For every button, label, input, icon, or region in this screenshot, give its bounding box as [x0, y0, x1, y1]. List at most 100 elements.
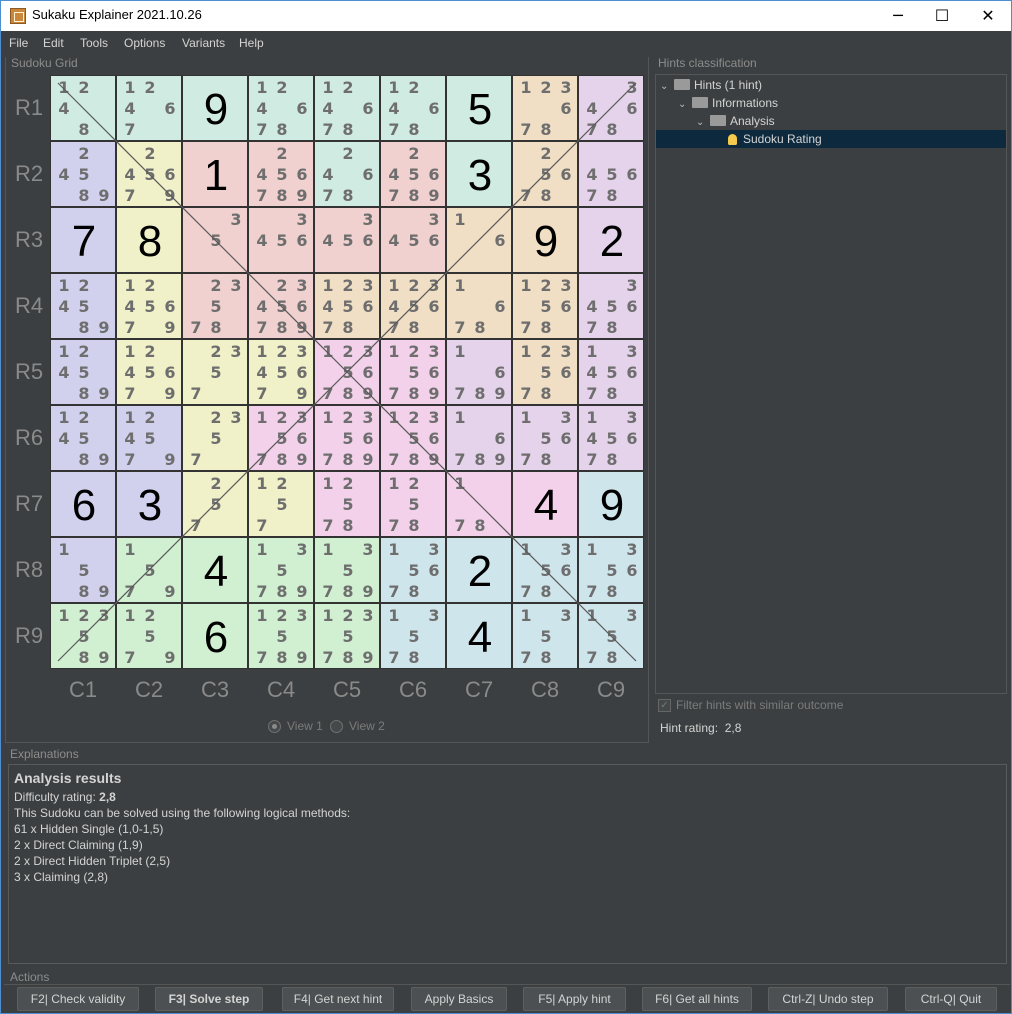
cell-r7c9[interactable]: 9 — [578, 471, 644, 537]
cell-r3c9[interactable]: 2 — [578, 207, 644, 273]
cell-r7c8[interactable]: 4 — [512, 471, 578, 537]
cell-r9c2[interactable]: 12 57 9 — [116, 603, 182, 669]
sudoku-grid[interactable]: 1248124679124678124678124678512367834678… — [50, 75, 644, 669]
menu-file[interactable]: File — [9, 36, 28, 50]
cell-r7c7[interactable]: 1 78 — [446, 471, 512, 537]
cell-r2c9[interactable]: 456 78 — [578, 141, 644, 207]
cell-r8c6[interactable]: 1 356 78 — [380, 537, 446, 603]
cell-r1c3[interactable]: 9 — [182, 75, 248, 141]
cell-r1c6[interactable]: 124 6 78 — [380, 75, 446, 141]
cell-r3c2[interactable]: 8 — [116, 207, 182, 273]
cell-r6c8[interactable]: 1 356 78 — [512, 405, 578, 471]
cell-r1c2[interactable]: 124 6 7 — [116, 75, 182, 141]
minimize-button[interactable]: ─ — [875, 1, 921, 31]
cell-r6c3[interactable]: 2357 — [182, 405, 248, 471]
cell-r4c6[interactable]: 123 456 78 — [380, 273, 446, 339]
cell-r9c6[interactable]: 1 3578 — [380, 603, 446, 669]
close-button[interactable]: ✕ — [965, 1, 1011, 31]
cell-r8c9[interactable]: 1 356 78 — [578, 537, 644, 603]
cell-r9c1[interactable]: 1235 89 — [50, 603, 116, 669]
cell-r1c9[interactable]: 3 4 6 78 — [578, 75, 644, 141]
cell-r3c8[interactable]: 9 — [512, 207, 578, 273]
cell-r2c4[interactable]: 2456 789 — [248, 141, 314, 207]
menu-help[interactable]: Help — [239, 36, 264, 50]
cell-r7c5[interactable]: 12 578 — [314, 471, 380, 537]
tree-node[interactable]: ⌄ Informations — [656, 94, 1006, 112]
cell-r6c7[interactable]: 1 6 789 — [446, 405, 512, 471]
cell-r5c1[interactable]: 1245 89 — [50, 339, 116, 405]
cell-r9c7[interactable]: 4 — [446, 603, 512, 669]
cell-r2c1[interactable]: 245 89 — [50, 141, 116, 207]
cell-r2c6[interactable]: 2456 789 — [380, 141, 446, 207]
cell-r1c7[interactable]: 5 — [446, 75, 512, 141]
cell-r3c5[interactable]: 3 456 — [314, 207, 380, 273]
cell-r6c6[interactable]: 12356 789 — [380, 405, 446, 471]
view2-label[interactable]: View 2 — [349, 719, 385, 733]
cell-r7c4[interactable]: 12 57 — [248, 471, 314, 537]
cell-r6c2[interactable]: 12459 7 — [116, 405, 182, 471]
cell-r2c5[interactable]: 24 6 78 — [314, 141, 380, 207]
cell-r3c6[interactable]: 3 456 — [380, 207, 446, 273]
cell-r1c8[interactable]: 123 6 78 — [512, 75, 578, 141]
cell-r4c8[interactable]: 12356 78 — [512, 273, 578, 339]
action-button[interactable]: F4| Get next hint — [282, 987, 394, 1011]
cell-r4c5[interactable]: 123 456 78 — [314, 273, 380, 339]
cell-r1c4[interactable]: 124 6 78 — [248, 75, 314, 141]
cell-r8c5[interactable]: 1 35789 — [314, 537, 380, 603]
cell-r2c8[interactable]: 2 56 78 — [512, 141, 578, 207]
menu-edit[interactable]: Edit — [43, 36, 64, 50]
cell-r4c2[interactable]: 12456 7 9 — [116, 273, 182, 339]
cell-r6c9[interactable]: 1 3 456 78 — [578, 405, 644, 471]
cell-r9c9[interactable]: 1 3578 — [578, 603, 644, 669]
cell-r8c3[interactable]: 4 — [182, 537, 248, 603]
cell-r4c9[interactable]: 3 456 78 — [578, 273, 644, 339]
cell-r7c1[interactable]: 6 — [50, 471, 116, 537]
action-button[interactable]: F5| Apply hint — [523, 987, 626, 1011]
cell-r8c2[interactable]: 1579 — [116, 537, 182, 603]
action-button[interactable]: Ctrl-Q| Quit — [905, 987, 997, 1011]
cell-r1c1[interactable]: 1248 — [50, 75, 116, 141]
cell-r5c6[interactable]: 12356 789 — [380, 339, 446, 405]
cell-r6c1[interactable]: 1245 89 — [50, 405, 116, 471]
maximize-button[interactable]: ☐ — [919, 1, 965, 31]
cell-r5c5[interactable]: 12356 789 — [314, 339, 380, 405]
cell-r9c8[interactable]: 1 3578 — [512, 603, 578, 669]
cell-r9c3[interactable]: 6 — [182, 603, 248, 669]
cell-r8c1[interactable]: 1589 — [50, 537, 116, 603]
cell-r4c3[interactable]: 23578 — [182, 273, 248, 339]
cell-r5c4[interactable]: 123 456 7 9 — [248, 339, 314, 405]
cell-r8c7[interactable]: 2 — [446, 537, 512, 603]
cell-r6c4[interactable]: 12356 789 — [248, 405, 314, 471]
menu-options[interactable]: Options — [124, 36, 165, 50]
menu-variants[interactable]: Variants — [182, 36, 225, 50]
cell-r5c9[interactable]: 1 3 456 78 — [578, 339, 644, 405]
tree-node[interactable]: Sudoku Rating — [656, 130, 1006, 148]
tree-node[interactable]: ⌄ Analysis — [656, 112, 1006, 130]
view2-radio[interactable] — [330, 720, 343, 733]
cell-r4c7[interactable]: 1678 — [446, 273, 512, 339]
cell-r5c7[interactable]: 1 6 789 — [446, 339, 512, 405]
cell-r4c4[interactable]: 23 456 789 — [248, 273, 314, 339]
cell-r5c8[interactable]: 12356 78 — [512, 339, 578, 405]
cell-r1c5[interactable]: 124 6 78 — [314, 75, 380, 141]
action-button[interactable]: F6| Get all hints — [642, 987, 752, 1011]
cell-r2c3[interactable]: 1 — [182, 141, 248, 207]
cell-r8c4[interactable]: 1 35789 — [248, 537, 314, 603]
tree-node[interactable]: ⌄ Hints (1 hint) — [656, 76, 1006, 94]
action-button[interactable]: F3| Solve step — [155, 987, 263, 1011]
cell-r7c3[interactable]: 2 57 — [182, 471, 248, 537]
hints-tree[interactable]: ⌄ Hints (1 hint) ⌄ Informations ⌄ Analysis Sud… — [655, 74, 1007, 694]
cell-r3c1[interactable]: 7 — [50, 207, 116, 273]
cell-r4c1[interactable]: 1245 89 — [50, 273, 116, 339]
cell-r5c3[interactable]: 2357 — [182, 339, 248, 405]
cell-r3c3[interactable]: 35 — [182, 207, 248, 273]
cell-r2c7[interactable]: 3 — [446, 141, 512, 207]
cell-r9c4[interactable]: 1235789 — [248, 603, 314, 669]
cell-r2c2[interactable]: 2456 7 9 — [116, 141, 182, 207]
menu-tools[interactable]: Tools — [80, 36, 108, 50]
cell-r8c8[interactable]: 1 356 78 — [512, 537, 578, 603]
cell-r3c4[interactable]: 3 456 — [248, 207, 314, 273]
filter-label[interactable]: Filter hints with similar outcome — [676, 698, 843, 712]
action-button[interactable]: Ctrl-Z| Undo step — [768, 987, 888, 1011]
cell-r5c2[interactable]: 12456 7 9 — [116, 339, 182, 405]
